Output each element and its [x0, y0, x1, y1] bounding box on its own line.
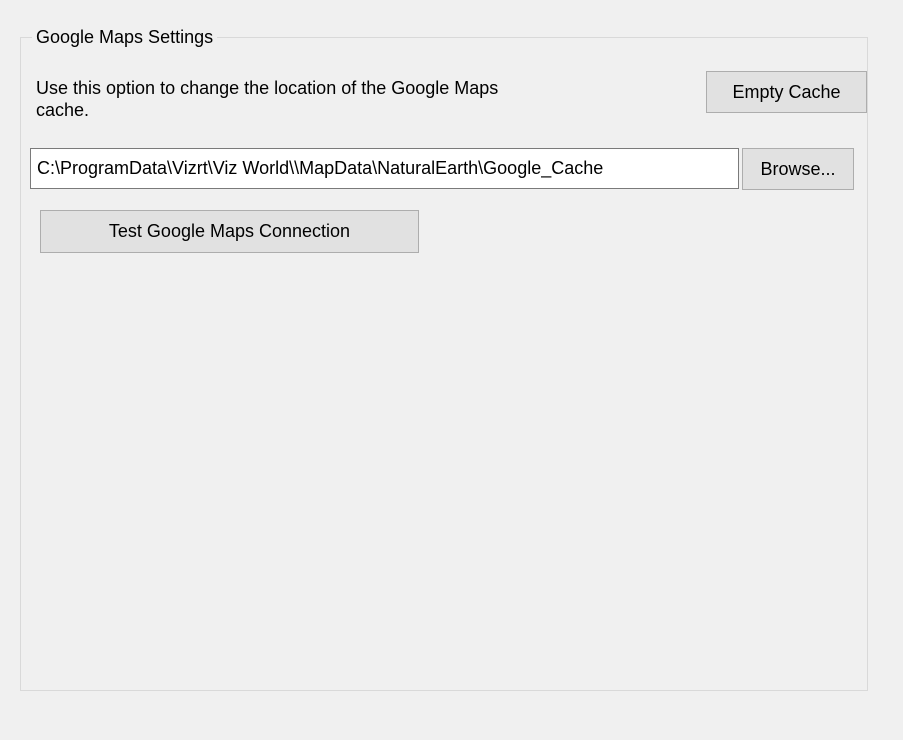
- cache-path-input[interactable]: [30, 148, 739, 189]
- group-title: Google Maps Settings: [32, 26, 218, 48]
- empty-cache-button[interactable]: Empty Cache: [706, 71, 867, 113]
- browse-button[interactable]: Browse...: [742, 148, 854, 190]
- google-maps-settings-group: [20, 37, 868, 691]
- settings-page: Google Maps Settings Use this option to …: [0, 0, 903, 740]
- test-connection-button[interactable]: Test Google Maps Connection: [40, 210, 419, 253]
- cache-location-description: Use this option to change the location o…: [36, 78, 499, 120]
